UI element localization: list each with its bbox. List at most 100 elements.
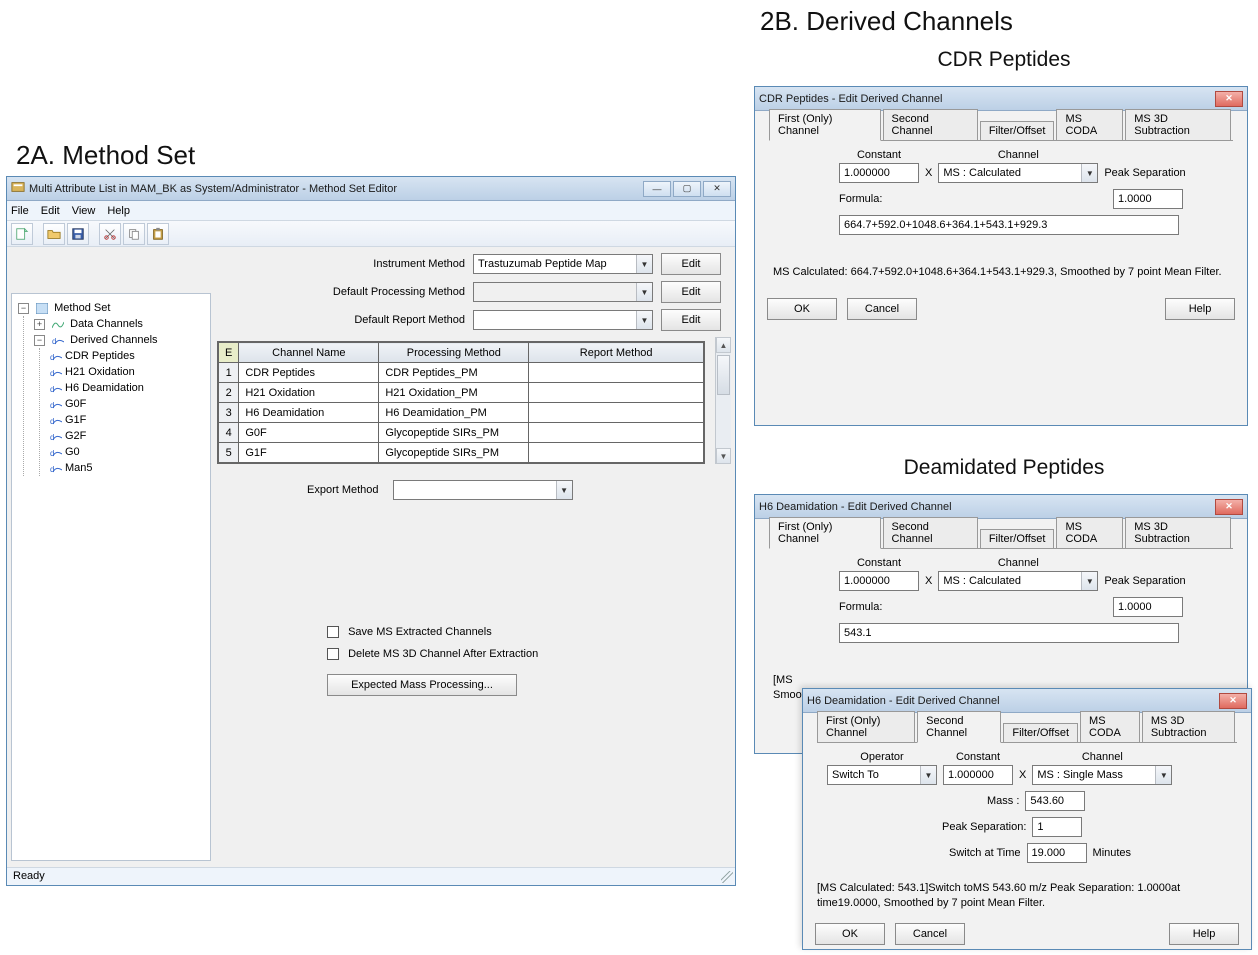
menu-help[interactable]: Help [107, 205, 130, 217]
formula-input[interactable] [839, 623, 1179, 643]
table-row[interactable]: 2H21 OxidationH21 Oxidation_PM [219, 383, 704, 403]
cell-processing-method[interactable]: Glycopeptide SIRs_PM [379, 423, 529, 443]
channel-combo[interactable]: MS : Calculated▼ [938, 571, 1098, 591]
ok-button[interactable]: OK [767, 298, 837, 320]
toolbar-paste-button[interactable] [147, 223, 169, 245]
tab-first-channel[interactable]: First (Only) Channel [769, 517, 881, 549]
tree-derived-item[interactable]: dG0F [50, 396, 204, 412]
switch-at-time-input[interactable] [1027, 843, 1087, 863]
tree-toggle-derived[interactable]: − [34, 335, 45, 346]
delete-ms-3d-checkbox[interactable] [327, 648, 339, 660]
close-button[interactable]: ✕ [1219, 693, 1247, 709]
table-header-icon[interactable]: E [219, 343, 239, 363]
tab-first-channel[interactable]: First (Only) Channel [769, 109, 881, 141]
cell-channel-name[interactable]: G0F [239, 423, 379, 443]
save-ms-extracted-checkbox[interactable] [327, 626, 339, 638]
operator-combo[interactable]: Switch To▼ [827, 765, 937, 785]
cell-report-method[interactable] [529, 443, 704, 463]
instrument-method-combo[interactable]: Trastuzumab Peptide Map▼ [473, 254, 653, 274]
table-header-processing[interactable]: Processing Method [379, 343, 529, 363]
cell-report-method[interactable] [529, 383, 704, 403]
titlebar[interactable]: CDR Peptides - Edit Derived Channel ✕ [755, 87, 1247, 111]
cell-channel-name[interactable]: H21 Oxidation [239, 383, 379, 403]
toolbar-copy-button[interactable] [123, 223, 145, 245]
cancel-button[interactable]: Cancel [847, 298, 917, 320]
menu-view[interactable]: View [72, 205, 96, 217]
tree-derived-item[interactable]: dG2F [50, 428, 204, 444]
tree-derived-item[interactable]: dCDR Peptides [50, 348, 204, 364]
resize-grip-icon[interactable] [721, 871, 733, 883]
cell-processing-method[interactable]: Glycopeptide SIRs_PM [379, 443, 529, 463]
tree-derived-item[interactable]: dH21 Oxidation [50, 364, 204, 380]
cell-channel-name[interactable]: H6 Deamidation [239, 403, 379, 423]
tree-data-channels-label[interactable]: Data Channels [70, 318, 143, 330]
mass-input[interactable] [1025, 791, 1085, 811]
constant-input[interactable] [943, 765, 1013, 785]
cell-report-method[interactable] [529, 423, 704, 443]
cell-processing-method[interactable]: H21 Oxidation_PM [379, 383, 529, 403]
tab-filter-offset[interactable]: Filter/Offset [1003, 723, 1078, 742]
processing-method-combo[interactable]: ▼ [473, 282, 653, 302]
tab-ms-coda[interactable]: MS CODA [1080, 711, 1140, 742]
channel-combo[interactable]: MS : Single Mass▼ [1032, 765, 1172, 785]
minimize-button[interactable]: — [643, 181, 671, 197]
peak-separation-input[interactable] [1113, 597, 1183, 617]
titlebar[interactable]: H6 Deamidation - Edit Derived Channel ✕ [755, 495, 1247, 519]
toolbar-save-button[interactable] [67, 223, 89, 245]
table-row[interactable]: 1CDR PeptidesCDR Peptides_PM [219, 363, 704, 383]
tree-derived-item[interactable]: dG0 [50, 444, 204, 460]
menu-file[interactable]: File [11, 205, 29, 217]
tree-derived-label[interactable]: Derived Channels [70, 334, 157, 346]
tree-toggle-root[interactable]: − [18, 303, 29, 314]
cancel-button[interactable]: Cancel [895, 923, 965, 945]
constant-input[interactable] [839, 163, 919, 183]
formula-input[interactable] [839, 215, 1179, 235]
help-button[interactable]: Help [1165, 298, 1235, 320]
tab-second-channel[interactable]: Second Channel [883, 517, 978, 548]
menu-edit[interactable]: Edit [41, 205, 60, 217]
maximize-button[interactable]: ▢ [673, 181, 701, 197]
tab-second-channel[interactable]: Second Channel [917, 711, 1001, 743]
cell-channel-name[interactable]: G1F [239, 443, 379, 463]
tab-filter-offset[interactable]: Filter/Offset [980, 529, 1055, 548]
channel-combo[interactable]: MS : Calculated▼ [938, 163, 1098, 183]
close-button[interactable]: ✕ [703, 181, 731, 197]
tab-ms-3d-subtraction[interactable]: MS 3D Subtraction [1125, 517, 1231, 548]
tree-root-label[interactable]: Method Set [54, 302, 110, 314]
constant-input[interactable] [839, 571, 919, 591]
tab-ms-coda[interactable]: MS CODA [1056, 109, 1123, 140]
help-button[interactable]: Help [1169, 923, 1239, 945]
cell-report-method[interactable] [529, 363, 704, 383]
toolbar-cut-button[interactable] [99, 223, 121, 245]
peak-separation-input[interactable] [1113, 189, 1183, 209]
report-edit-button[interactable]: Edit [661, 309, 721, 331]
ok-button[interactable]: OK [815, 923, 885, 945]
titlebar[interactable]: H6 Deamidation - Edit Derived Channel ✕ [803, 689, 1251, 713]
table-row[interactable]: 3H6 DeamidationH6 Deamidation_PM [219, 403, 704, 423]
table-header-report[interactable]: Report Method [529, 343, 704, 363]
cell-report-method[interactable] [529, 403, 704, 423]
instrument-edit-button[interactable]: Edit [661, 253, 721, 275]
tree-derived-item[interactable]: dMan5 [50, 460, 204, 476]
tree-derived-item[interactable]: dG1F [50, 412, 204, 428]
close-button[interactable]: ✕ [1215, 91, 1243, 107]
scroll-up-icon[interactable]: ▲ [716, 337, 731, 353]
tab-ms-3d-subtraction[interactable]: MS 3D Subtraction [1125, 109, 1231, 140]
scroll-thumb[interactable] [717, 355, 730, 395]
tree-toggle-data-channels[interactable]: + [34, 319, 45, 330]
expected-mass-processing-button[interactable]: Expected Mass Processing... [327, 674, 517, 696]
processing-edit-button[interactable]: Edit [661, 281, 721, 303]
tab-filter-offset[interactable]: Filter/Offset [980, 121, 1055, 140]
titlebar[interactable]: Multi Attribute List in MAM_BK as System… [7, 177, 735, 201]
peak-separation-input[interactable] [1032, 817, 1082, 837]
table-scrollbar[interactable]: ▲ ▼ [715, 337, 731, 464]
cell-processing-method[interactable]: H6 Deamidation_PM [379, 403, 529, 423]
tab-second-channel[interactable]: Second Channel [883, 109, 978, 140]
tab-ms-3d-subtraction[interactable]: MS 3D Subtraction [1142, 711, 1235, 742]
table-header-channel[interactable]: Channel Name [239, 343, 379, 363]
scroll-down-icon[interactable]: ▼ [716, 448, 731, 464]
tree-derived-item[interactable]: dH6 Deamidation [50, 380, 204, 396]
tab-ms-coda[interactable]: MS CODA [1056, 517, 1123, 548]
close-button[interactable]: ✕ [1215, 499, 1243, 515]
toolbar-new-button[interactable] [11, 223, 33, 245]
